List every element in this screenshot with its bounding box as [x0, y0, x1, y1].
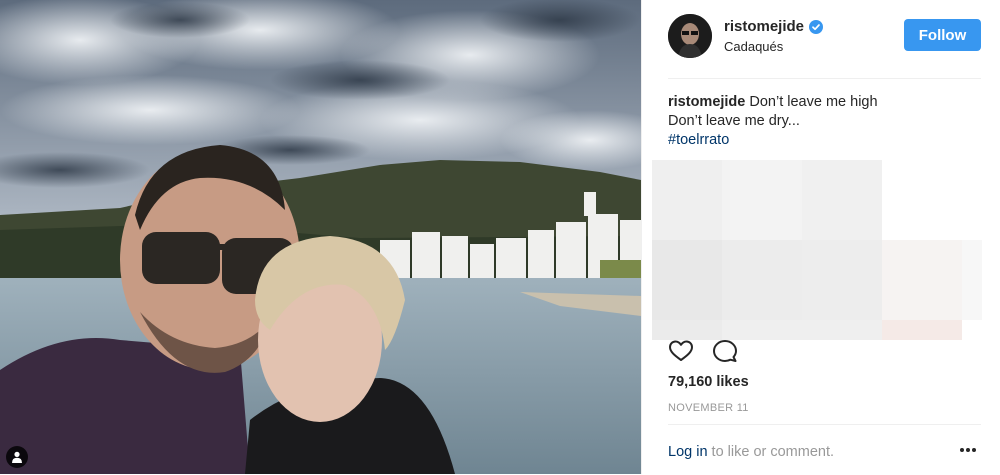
heart-icon[interactable] — [668, 338, 694, 364]
blurred-comments-placeholder — [652, 160, 982, 340]
blur-block — [652, 320, 722, 340]
verified-badge-icon — [809, 19, 824, 34]
blur-block — [722, 320, 882, 340]
post-location[interactable]: Cadaqués — [724, 39, 783, 54]
caption-username[interactable]: ristomejide — [668, 94, 745, 110]
login-prompt: Log in to like or comment. — [668, 444, 834, 460]
more-options-icon[interactable] — [959, 447, 977, 453]
caption-line-2: Don’t leave me dry... — [668, 113, 800, 129]
photo-image — [0, 0, 641, 474]
caption-line-1: Don’t leave me high — [749, 94, 878, 110]
post-header: ristomejide Cadaqués Follow — [668, 14, 981, 79]
post-caption: ristomejide Don’t leave me high Don’t le… — [668, 93, 968, 150]
blur-block — [652, 160, 722, 240]
post-username[interactable]: ristomejide — [724, 18, 824, 35]
blur-block — [802, 240, 882, 320]
person-tag-icon[interactable] — [6, 446, 28, 468]
username-text[interactable]: ristomejide — [724, 18, 804, 35]
post-photo[interactable] — [0, 0, 641, 474]
blur-block — [722, 160, 802, 240]
avatar-image — [668, 14, 712, 58]
person-glyph — [12, 451, 22, 463]
blur-block — [802, 160, 882, 240]
blur-block — [652, 240, 722, 320]
avatar[interactable] — [668, 14, 712, 58]
post-footer: Log in to like or comment. — [668, 424, 981, 475]
post-date[interactable]: NOVEMBER 11 — [668, 402, 749, 414]
blur-block — [882, 240, 962, 320]
blur-block — [722, 240, 802, 320]
instagram-post: ristomejide Cadaqués Follow ristomejide … — [0, 0, 1000, 474]
post-side-panel: ristomejide Cadaqués Follow ristomejide … — [641, 0, 1000, 474]
blur-block — [962, 240, 982, 320]
follow-button[interactable]: Follow — [904, 19, 981, 51]
hashtag-link[interactable]: #toelrrato — [668, 132, 729, 148]
login-prompt-text: to like or comment. — [707, 444, 835, 460]
comment-icon[interactable] — [712, 338, 738, 364]
blur-block — [882, 320, 962, 340]
likes-count[interactable]: 79,160 likes — [668, 374, 749, 390]
login-link[interactable]: Log in — [668, 444, 708, 460]
